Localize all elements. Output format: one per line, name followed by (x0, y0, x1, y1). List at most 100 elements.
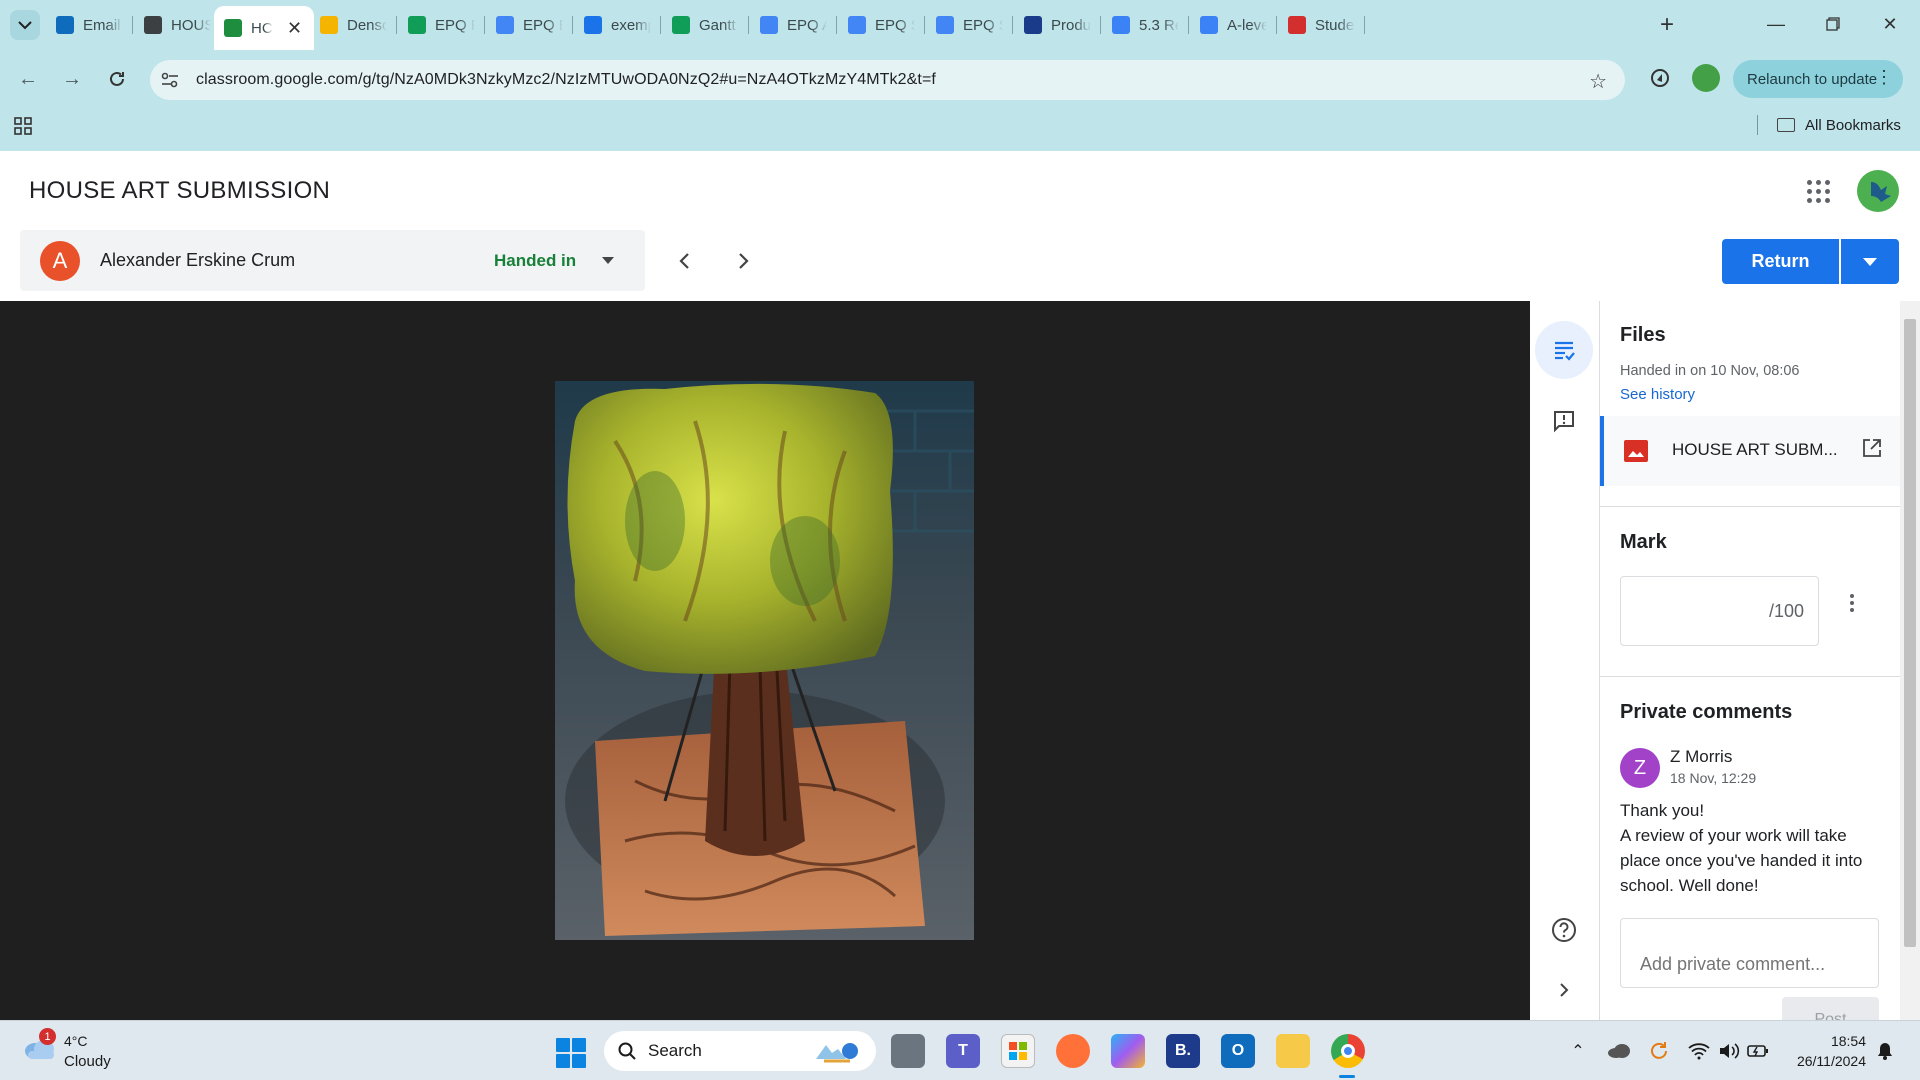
tab-separator (484, 16, 485, 34)
notifications-bell-icon[interactable] (1873, 1039, 1897, 1063)
tab-title: HOUSE (171, 16, 211, 34)
collapse-panel-button[interactable] (1535, 961, 1593, 1019)
weather-condition[interactable]: Cloudy (64, 1053, 111, 1070)
forward-button[interactable]: → (56, 63, 88, 95)
windows-start-icon[interactable] (556, 1038, 586, 1068)
address-bar[interactable]: classroom.google.com/g/tg/NzA0MDk3NzkyMz… (150, 60, 1625, 100)
new-tab-button[interactable]: + (1652, 10, 1682, 40)
extension-icon[interactable] (1646, 64, 1674, 92)
all-bookmarks-button[interactable]: All Bookmarks (1777, 113, 1901, 137)
apps-shortcut-icon[interactable] (14, 117, 32, 140)
close-tab-icon[interactable]: ✕ (287, 18, 302, 39)
submission-panel: Files Handed in on 10 Nov, 08:06 See his… (1600, 301, 1900, 1020)
browser-tab[interactable]: Studen (1278, 6, 1365, 44)
help-button[interactable] (1535, 901, 1593, 959)
volume-icon[interactable] (1715, 1039, 1743, 1063)
chevron-right-icon (739, 253, 749, 269)
taskbar-search[interactable]: Search (604, 1031, 876, 1071)
wordpress-icon (1112, 16, 1130, 34)
attached-file[interactable]: HOUSE ART SUBM... (1600, 416, 1900, 486)
private-comment-input[interactable] (1620, 918, 1879, 988)
mark-heading: Mark (1620, 531, 1667, 553)
microsoft-store-icon[interactable] (1001, 1034, 1035, 1068)
chevron-right-icon (1560, 983, 1569, 997)
tab-separator (1276, 16, 1277, 34)
tab-search-button[interactable] (10, 10, 40, 40)
submission-status: Handed in (494, 251, 577, 270)
b-app-icon[interactable]: B. (1166, 1034, 1200, 1068)
post-button[interactable]: Post (1782, 997, 1879, 1020)
tab-separator (1188, 16, 1189, 34)
browser-tab[interactable]: A-level (1190, 6, 1277, 44)
browser-tab[interactable]: 5.3 Rec (1102, 6, 1189, 44)
comment-line: Thank you! (1620, 801, 1705, 820)
more-options-icon[interactable] (1850, 594, 1854, 612)
file-viewer (0, 301, 1530, 1020)
close-window-button[interactable]: ✕ (1862, 0, 1918, 48)
tab-title: EPQ Pr (435, 16, 475, 34)
weather-temperature[interactable]: 4°C (64, 1033, 88, 1049)
copilot-icon[interactable] (1111, 1034, 1145, 1068)
firefox-icon[interactable] (1056, 1034, 1090, 1068)
sync-icon[interactable] (1645, 1039, 1673, 1063)
reload-button[interactable] (101, 63, 133, 95)
battery-icon[interactable] (1744, 1039, 1772, 1063)
browser-tab[interactable]: Gantt c (662, 6, 749, 44)
wifi-icon[interactable] (1685, 1039, 1713, 1063)
comment-timestamp: 18 Nov, 12:29 (1670, 770, 1757, 786)
commenter-avatar: Z (1620, 748, 1660, 788)
student-avatar: A (40, 241, 80, 281)
browser-tab[interactable]: EPQ Sc (926, 6, 1013, 44)
panel-scrollbar[interactable] (1900, 301, 1920, 1020)
task-view-icon[interactable] (891, 1034, 925, 1068)
outlook-icon[interactable]: O (1221, 1034, 1255, 1068)
see-history-link[interactable]: See history (1620, 386, 1695, 403)
browser-tab[interactable]: Produc (1014, 6, 1101, 44)
quizlet-icon (1024, 16, 1042, 34)
browser-tab[interactable]: HC ✕ (214, 6, 314, 50)
relaunch-button[interactable]: Relaunch to update ⋮ (1733, 60, 1903, 98)
restore-button[interactable] (1805, 0, 1861, 48)
minimize-button[interactable]: — (1748, 0, 1804, 48)
url-text[interactable]: classroom.google.com/g/tg/NzA0MDk3NzkyMz… (196, 71, 936, 89)
file-name: HOUSE ART SUBM... (1672, 440, 1838, 459)
onedrive-icon[interactable] (1605, 1039, 1633, 1063)
browser-tab[interactable]: Email - (46, 6, 133, 44)
files-tab-button[interactable] (1535, 321, 1593, 379)
student-selector[interactable]: A Alexander Erskine Crum Handed in (20, 230, 645, 291)
return-button[interactable]: Return (1722, 239, 1839, 284)
profile-avatar[interactable] (1692, 64, 1720, 92)
teams-icon[interactable]: T (946, 1034, 980, 1068)
restore-icon (1826, 17, 1840, 31)
browser-toolbar: ← → classroom.google.com/g/tg/NzA0MDk3Nz… (0, 50, 1920, 108)
browser-tab[interactable]: EPQ Pr (398, 6, 485, 44)
scrollbar-thumb[interactable] (1904, 319, 1916, 947)
file-explorer-icon[interactable] (1276, 1034, 1310, 1068)
clock-time[interactable]: 18:54 (1814, 1033, 1866, 1049)
clock-date[interactable]: 26/11/2024 (1784, 1053, 1866, 1069)
browser-tab[interactable]: EPQ Sc (838, 6, 925, 44)
google-apps-icon[interactable] (1804, 177, 1832, 205)
comments-tab-button[interactable] (1535, 392, 1593, 450)
previous-student-button[interactable] (668, 245, 700, 277)
return-options-button[interactable] (1841, 239, 1899, 284)
next-student-button[interactable] (728, 245, 760, 277)
chrome-icon[interactable] (1331, 1034, 1365, 1068)
bookmark-star-icon[interactable]: ☆ (1589, 69, 1607, 94)
mark-input[interactable]: /100 (1620, 576, 1819, 646)
side-rail (1530, 301, 1600, 1020)
docs-icon (760, 16, 778, 34)
browser-tab[interactable]: Densor (310, 6, 397, 44)
open-in-new-icon[interactable] (1862, 438, 1882, 463)
browser-tab[interactable]: EPQ Ac (750, 6, 837, 44)
browser-tab[interactable]: EPQ Es (486, 6, 573, 44)
tab-separator (132, 16, 133, 34)
back-button[interactable]: ← (12, 63, 44, 95)
browser-tab[interactable]: HOUSE (134, 6, 221, 44)
caret-down-icon[interactable] (602, 257, 614, 264)
show-hidden-icons-icon[interactable]: ⌃ (1568, 1039, 1588, 1063)
browser-tab[interactable]: exempl (574, 6, 661, 44)
site-info-icon[interactable] (150, 72, 190, 88)
account-avatar[interactable] (1857, 170, 1899, 212)
menu-dots-icon[interactable]: ⋮ (1875, 67, 1893, 88)
